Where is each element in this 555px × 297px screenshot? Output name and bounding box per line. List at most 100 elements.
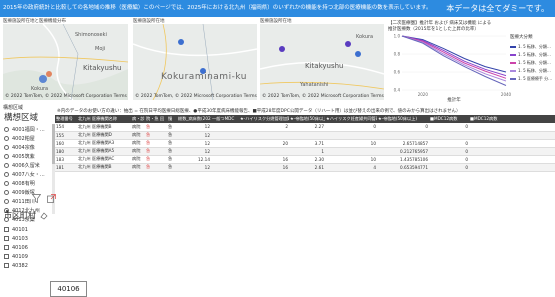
table-cell: 北九州 医療機関A5 bbox=[77, 147, 131, 156]
region-option[interactable]: 4002粕屋 bbox=[4, 134, 52, 143]
table-cell: 1.435785106 bbox=[377, 155, 429, 164]
table-cell bbox=[159, 163, 167, 172]
column-header[interactable]: 総数_病床数(2025) bbox=[177, 115, 211, 123]
radio-button[interactable] bbox=[4, 181, 9, 186]
column-header[interactable]: 一般つMDC bbox=[211, 115, 239, 123]
table-cell: 病院 bbox=[131, 155, 145, 164]
map-1[interactable]: Shimonoseki Kitakyushu Moji Kokura © 202… bbox=[3, 24, 128, 100]
city-option-label: 40103 bbox=[12, 235, 28, 242]
table-cell: 急 bbox=[167, 163, 177, 172]
slicer-icons bbox=[32, 194, 56, 203]
region-option-label: 4002粕屋 bbox=[12, 136, 35, 142]
city-option[interactable]: 40103 bbox=[4, 234, 52, 243]
region-option[interactable]: 4006久留米 bbox=[4, 161, 52, 170]
map1-marker[interactable] bbox=[39, 75, 47, 83]
table-cell: 3.71 bbox=[289, 139, 325, 148]
filter-icon[interactable] bbox=[32, 194, 41, 203]
radio-button[interactable] bbox=[4, 163, 9, 168]
map3-marker[interactable] bbox=[279, 46, 285, 52]
radio-button[interactable] bbox=[4, 136, 9, 141]
column-header[interactable]: ★-帝臨地(50床以上) bbox=[289, 115, 325, 123]
table-cell: 10 bbox=[325, 155, 377, 164]
map3-place: Kitakyushu bbox=[305, 62, 344, 70]
column-header[interactable]: 院・急 bbox=[145, 115, 159, 123]
table-cell bbox=[325, 131, 377, 140]
region-option-label: 4004宗像 bbox=[12, 145, 35, 151]
column-header[interactable]: ★-帝臨地(50床以上) bbox=[377, 115, 429, 123]
column-header[interactable]: 北九州 医療機関名称 bbox=[77, 115, 131, 123]
series-line bbox=[401, 35, 507, 77]
legend-item[interactable]: 1. 5 医療療手 分… bbox=[510, 75, 555, 83]
table-cell: 急 bbox=[145, 147, 159, 156]
expand-icon[interactable] bbox=[47, 194, 56, 203]
map2-marker[interactable] bbox=[178, 39, 184, 45]
legend-swatch bbox=[510, 46, 516, 48]
table-cell: 急 bbox=[167, 147, 177, 156]
radio-button[interactable] bbox=[4, 199, 9, 204]
checkbox[interactable] bbox=[4, 254, 9, 259]
column-header[interactable]: 整理番号 bbox=[55, 115, 77, 123]
region-option-label: 4006久留米 bbox=[12, 163, 40, 169]
region-option[interactable]: 4005筑紫 bbox=[4, 152, 52, 161]
table-cell: 2.27 bbox=[289, 123, 325, 132]
checkbox[interactable] bbox=[4, 245, 9, 250]
region-option[interactable]: 4008有明 bbox=[4, 179, 52, 188]
column-header[interactable]: 病・診 bbox=[131, 115, 145, 123]
column-header[interactable]: ★ハイリスク妊産婦共同管理料１ bbox=[325, 115, 377, 123]
region-option[interactable]: 4001福岡・… bbox=[4, 125, 52, 134]
slicer-section-label: 構想区域 bbox=[3, 105, 24, 111]
table-row[interactable]: 183 北九州 医療機関AC 病院急急 12.14 16 2.30 10 1.43578510… bbox=[55, 155, 555, 164]
legend-item[interactable]: 1. 5 転移、分類… bbox=[510, 67, 555, 75]
city-option[interactable]: 40109 bbox=[4, 252, 52, 261]
column-header[interactable]: 慢 bbox=[167, 115, 177, 123]
table-row[interactable]: 154 北九州 医療機関B 病院急急 12 2 2.27 0 0 0 bbox=[55, 123, 555, 132]
table-row[interactable]: 155 北九州 医療機関D 病院急急 12 bbox=[55, 131, 555, 140]
table-cell: 急 bbox=[167, 131, 177, 140]
radio-button[interactable] bbox=[4, 154, 9, 159]
table-cell bbox=[159, 123, 167, 132]
column-header[interactable]: 回 bbox=[159, 115, 167, 123]
table-cell: 0 bbox=[325, 123, 377, 132]
radio-button[interactable] bbox=[4, 190, 9, 195]
legend-item[interactable]: 1. 5 転移、分類… bbox=[510, 51, 555, 59]
radio-button[interactable] bbox=[4, 172, 9, 177]
city-option-label: 40106 bbox=[12, 244, 28, 251]
legend-swatch bbox=[510, 70, 516, 72]
city-option[interactable]: 40106 bbox=[4, 243, 52, 252]
table-row[interactable]: 181 北九州 医療機関B 病院急急 12 16 2.61 4 0.653594771 0 bbox=[55, 163, 555, 172]
map-3[interactable]: Kitakyushu Yahatanishi Kokura © 2022 Tom… bbox=[260, 24, 384, 100]
legend-swatch bbox=[510, 62, 516, 64]
map3-marker[interactable] bbox=[345, 41, 351, 47]
region-option[interactable]: 4007八女・… bbox=[4, 170, 52, 179]
table-row[interactable]: 160 北九州 医療機関A3 病院急急 12 20 3.71 10 2.65714857 0 bbox=[55, 139, 555, 148]
table-cell: 16 bbox=[239, 155, 289, 164]
table-cell: 2.61 bbox=[289, 163, 325, 172]
city-option[interactable]: 40382 bbox=[4, 261, 52, 270]
table-cell: 0 bbox=[429, 139, 469, 148]
map3-marker[interactable] bbox=[355, 51, 361, 57]
table-cell bbox=[469, 155, 555, 164]
column-header[interactable]: ★-ハイリスク分娩管理加算 bbox=[239, 115, 289, 123]
checkbox[interactable] bbox=[4, 236, 9, 241]
legend-item[interactable]: 1. 5 転移、分類… bbox=[510, 43, 555, 51]
checkbox[interactable] bbox=[4, 263, 9, 268]
legend-title: 医療大分類 bbox=[510, 35, 533, 40]
table-header-row: 整理番号北九州 医療機関名称病・診院・急回慢総数_病床数(2025)一般つMDC… bbox=[55, 115, 555, 123]
map1-place: Moji bbox=[95, 46, 106, 52]
eraser-icon[interactable] bbox=[40, 212, 48, 220]
checkbox[interactable] bbox=[4, 227, 9, 232]
table-row[interactable]: 180 北九州 医療機関A5 病院急急 12 1 0.212765957 0 bbox=[55, 147, 555, 156]
table-cell: 2.30 bbox=[289, 155, 325, 164]
column-header[interactable]: ■MDC12病数 bbox=[469, 115, 555, 123]
radio-button[interactable] bbox=[4, 145, 9, 150]
map1-marker[interactable] bbox=[46, 71, 52, 77]
city-option[interactable]: 40101 bbox=[4, 225, 52, 234]
radio-button[interactable] bbox=[4, 127, 9, 132]
map2-place: Kokuraminami-ku bbox=[161, 72, 247, 82]
column-header[interactable]: ■MDC12病数 bbox=[429, 115, 469, 123]
region-option[interactable]: 4004宗像 bbox=[4, 143, 52, 152]
map-2[interactable]: Kokuraminami-ku © 2022 TomTom, © 2022 Mi… bbox=[133, 24, 257, 100]
legend-item[interactable]: 1. 5 転移、分類… bbox=[510, 59, 555, 67]
table-cell bbox=[325, 147, 377, 156]
table-cell: 病院 bbox=[131, 147, 145, 156]
